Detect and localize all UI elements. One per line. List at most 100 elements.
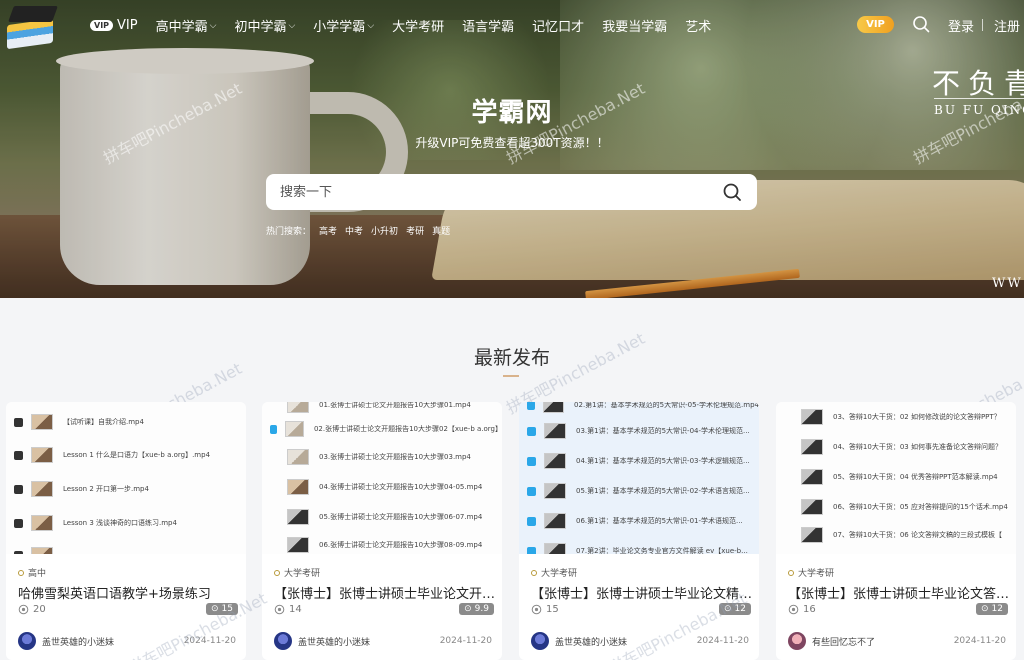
nav-item-memory-speech[interactable]: 记忆口才 bbox=[532, 16, 584, 35]
card-title[interactable]: 【张博士】张博士讲硕士毕业论文答辩技巧 bbox=[788, 583, 1010, 602]
nav-item-middle-school[interactable]: 初中学霸 ⌵ bbox=[234, 16, 295, 35]
hot-search-label: 热门搜索： bbox=[266, 227, 312, 237]
nav-item-high-school[interactable]: 高中学霸 ⌵ bbox=[156, 16, 217, 35]
category-icon bbox=[274, 569, 280, 576]
card-category[interactable]: 大学考研 bbox=[788, 566, 834, 579]
thumb-row: 06.张博士讲硕士论文开题报告10大步骤08-09.mp4 bbox=[262, 530, 502, 554]
video-thumb-icon bbox=[285, 421, 304, 437]
vip-badge-button[interactable]: VIP bbox=[857, 16, 894, 33]
card-author[interactable]: 盖世英雄的小迷妹 bbox=[18, 632, 114, 650]
nav-item-vip[interactable]: VIP VIP bbox=[90, 18, 138, 33]
video-thumb-icon bbox=[544, 543, 566, 554]
nav-divider bbox=[982, 19, 983, 31]
video-thumb-icon bbox=[31, 515, 53, 531]
card-thumbnail[interactable]: 【试听课】自我介绍.mp4 Lesson 1 什么是口语力【xue-b a.or… bbox=[6, 402, 246, 554]
thumb-row: 06、答辩10大干货：05 应对答辩提问的15个话术.mp4 bbox=[776, 492, 1016, 522]
hot-keyword[interactable]: 小升初 bbox=[371, 224, 398, 237]
card-category[interactable]: 大学考研 bbox=[274, 566, 320, 579]
thumb-row: 04.第1讲：基本学术规范的5大常识-03-学术逻辑规范... bbox=[519, 446, 759, 476]
video-thumb-icon bbox=[801, 439, 823, 455]
card-thumbnail[interactable]: 02.第1讲：基本学术规范的5大常识-05-学术伦理规范.mp4 03.第1讲：… bbox=[519, 402, 759, 554]
nav-item-primary-school[interactable]: 小学学霸 ⌵ bbox=[313, 16, 374, 35]
video-thumb-icon bbox=[31, 547, 53, 554]
search-icon[interactable] bbox=[912, 15, 930, 33]
card-title[interactable]: 【张博士】张博士讲硕士毕业论文开题报告10大步骤 bbox=[274, 583, 496, 602]
hot-keyword[interactable]: 中考 bbox=[345, 224, 363, 237]
card-title[interactable]: 哈佛雪梨英语口语教学+场景练习 bbox=[18, 583, 240, 602]
video-thumb-icon bbox=[287, 402, 309, 413]
video-thumb-icon bbox=[544, 423, 566, 439]
video-thumb-icon bbox=[544, 453, 566, 469]
search-box bbox=[266, 174, 757, 210]
resource-card[interactable]: 02.第1讲：基本学术规范的5大常识-05-学术伦理规范.mp4 03.第1讲：… bbox=[519, 402, 759, 660]
card-views: 20 bbox=[18, 604, 46, 615]
section-title: 最新发布 bbox=[473, 347, 550, 369]
card-date: 2024-11-20 bbox=[953, 636, 1006, 646]
card-date: 2024-11-20 bbox=[183, 636, 236, 646]
thumb-row: 02.张博士讲硕士论文开题报告10大步骤02【xue-b a.org】 bbox=[262, 414, 502, 444]
video-thumb-icon bbox=[287, 537, 309, 553]
hero-slogan-www: WW bbox=[992, 276, 1023, 291]
search-icon[interactable] bbox=[722, 182, 742, 202]
view-icon: ⊙ bbox=[464, 604, 472, 614]
video-thumb-icon bbox=[801, 469, 823, 485]
video-thumb-icon bbox=[543, 402, 565, 413]
search-input[interactable] bbox=[280, 174, 700, 210]
thumb-row: 05、答辩10大干货：04 优秀答辩PPT范本解读.mp4 bbox=[776, 462, 1016, 492]
card-date: 2024-11-20 bbox=[696, 636, 749, 646]
card-views: 14 bbox=[274, 604, 302, 615]
thumb-row bbox=[6, 540, 246, 554]
hot-keyword[interactable]: 高考 bbox=[319, 224, 337, 237]
site-title: 学霸网 bbox=[471, 98, 553, 128]
thumb-row: 07.第2讲：毕业论文务专业官方文件解读 ev【xue-b... bbox=[519, 536, 759, 554]
avatar bbox=[18, 632, 36, 650]
view-icon: ⊙ bbox=[724, 604, 732, 614]
category-icon bbox=[18, 569, 24, 576]
card-category[interactable]: 高中 bbox=[18, 566, 46, 579]
chevron-down-icon: ⌵ bbox=[367, 20, 375, 31]
chevron-down-icon: ⌵ bbox=[209, 20, 217, 31]
resource-card[interactable]: 【试听课】自我介绍.mp4 Lesson 1 什么是口语力【xue-b a.or… bbox=[6, 402, 246, 660]
video-thumb-icon bbox=[287, 509, 309, 525]
nav-item-postgrad[interactable]: 大学考研 bbox=[392, 16, 444, 35]
thumb-row: 03.张博士讲硕士论文开题报告10大步骤03.mp4 bbox=[262, 442, 502, 472]
resource-card[interactable]: 03、答辩10大干货：02 如何修改说的论文答辩PPT？ 04、答辩10大干货：… bbox=[776, 402, 1016, 660]
video-thumb-icon bbox=[31, 481, 53, 497]
hot-search: 热门搜索： 高考 中考 小升初 考研 真题 bbox=[266, 224, 450, 237]
nav-item-top-student[interactable]: 我要当学霸 bbox=[602, 16, 667, 35]
card-author[interactable]: 盖世英雄的小迷妹 bbox=[531, 632, 627, 650]
avatar bbox=[788, 632, 806, 650]
card-favorites-badge: ⊙ 15 bbox=[206, 603, 238, 615]
thumb-row: 06.第1讲：基本学术规范的5大常识-01-学术语规范... bbox=[519, 506, 759, 536]
nav-menu: VIP VIP 高中学霸 ⌵ 初中学霸 ⌵ 小学学霸 ⌵ 大学考研 语言学霸 记忆口才… bbox=[90, 16, 711, 35]
eye-icon bbox=[788, 604, 799, 615]
card-title[interactable]: 【张博士】张博士讲硕士毕业论文精英课程 bbox=[531, 583, 753, 602]
card-category[interactable]: 大学考研 bbox=[531, 566, 577, 579]
resource-card[interactable]: 01.张博士讲硕士论文开题报告10大步骤01.mp4 02.张博士讲硕士论文开题… bbox=[262, 402, 502, 660]
video-thumb-icon bbox=[801, 527, 823, 543]
avatar bbox=[274, 632, 292, 650]
thumb-row: 05.第1讲：基本学术规范的5大常识-02-学术语言规范... bbox=[519, 476, 759, 506]
video-thumb-icon bbox=[801, 409, 823, 425]
hot-keyword[interactable]: 真题 bbox=[432, 224, 450, 237]
card-thumbnail[interactable]: 01.张博士讲硕士论文开题报告10大步骤01.mp4 02.张博士讲硕士论文开题… bbox=[262, 402, 502, 554]
eye-icon bbox=[18, 604, 29, 615]
nav-item-language[interactable]: 语言学霸 bbox=[462, 16, 514, 35]
site-subtitle: 升级VIP可免费查看超300T资源！！ bbox=[415, 136, 609, 150]
thumb-row: 04、答辩10大干货：03 如何事先准备论文答辩问题？ bbox=[776, 432, 1016, 462]
card-author[interactable]: 盖世英雄的小迷妹 bbox=[274, 632, 370, 650]
register-link[interactable]: 注册 bbox=[994, 16, 1020, 35]
site-logo[interactable] bbox=[5, 4, 59, 50]
thumb-row: 【试听课】自我介绍.mp4 bbox=[6, 407, 246, 437]
chevron-down-icon: ⌵ bbox=[288, 20, 296, 31]
hot-keyword[interactable]: 考研 bbox=[406, 224, 424, 237]
category-icon bbox=[788, 569, 794, 576]
section-underline bbox=[503, 375, 519, 377]
category-icon bbox=[531, 569, 537, 576]
card-author[interactable]: 有些回忆忘不了 bbox=[788, 632, 875, 650]
login-link[interactable]: 登录 bbox=[948, 16, 974, 35]
nav-item-art[interactable]: 艺术 bbox=[685, 16, 711, 35]
video-thumb-icon bbox=[544, 483, 566, 499]
card-thumbnail[interactable]: 03、答辩10大干货：02 如何修改说的论文答辩PPT？ 04、答辩10大干货：… bbox=[776, 402, 1016, 554]
graduation-cap-icon bbox=[8, 6, 58, 22]
